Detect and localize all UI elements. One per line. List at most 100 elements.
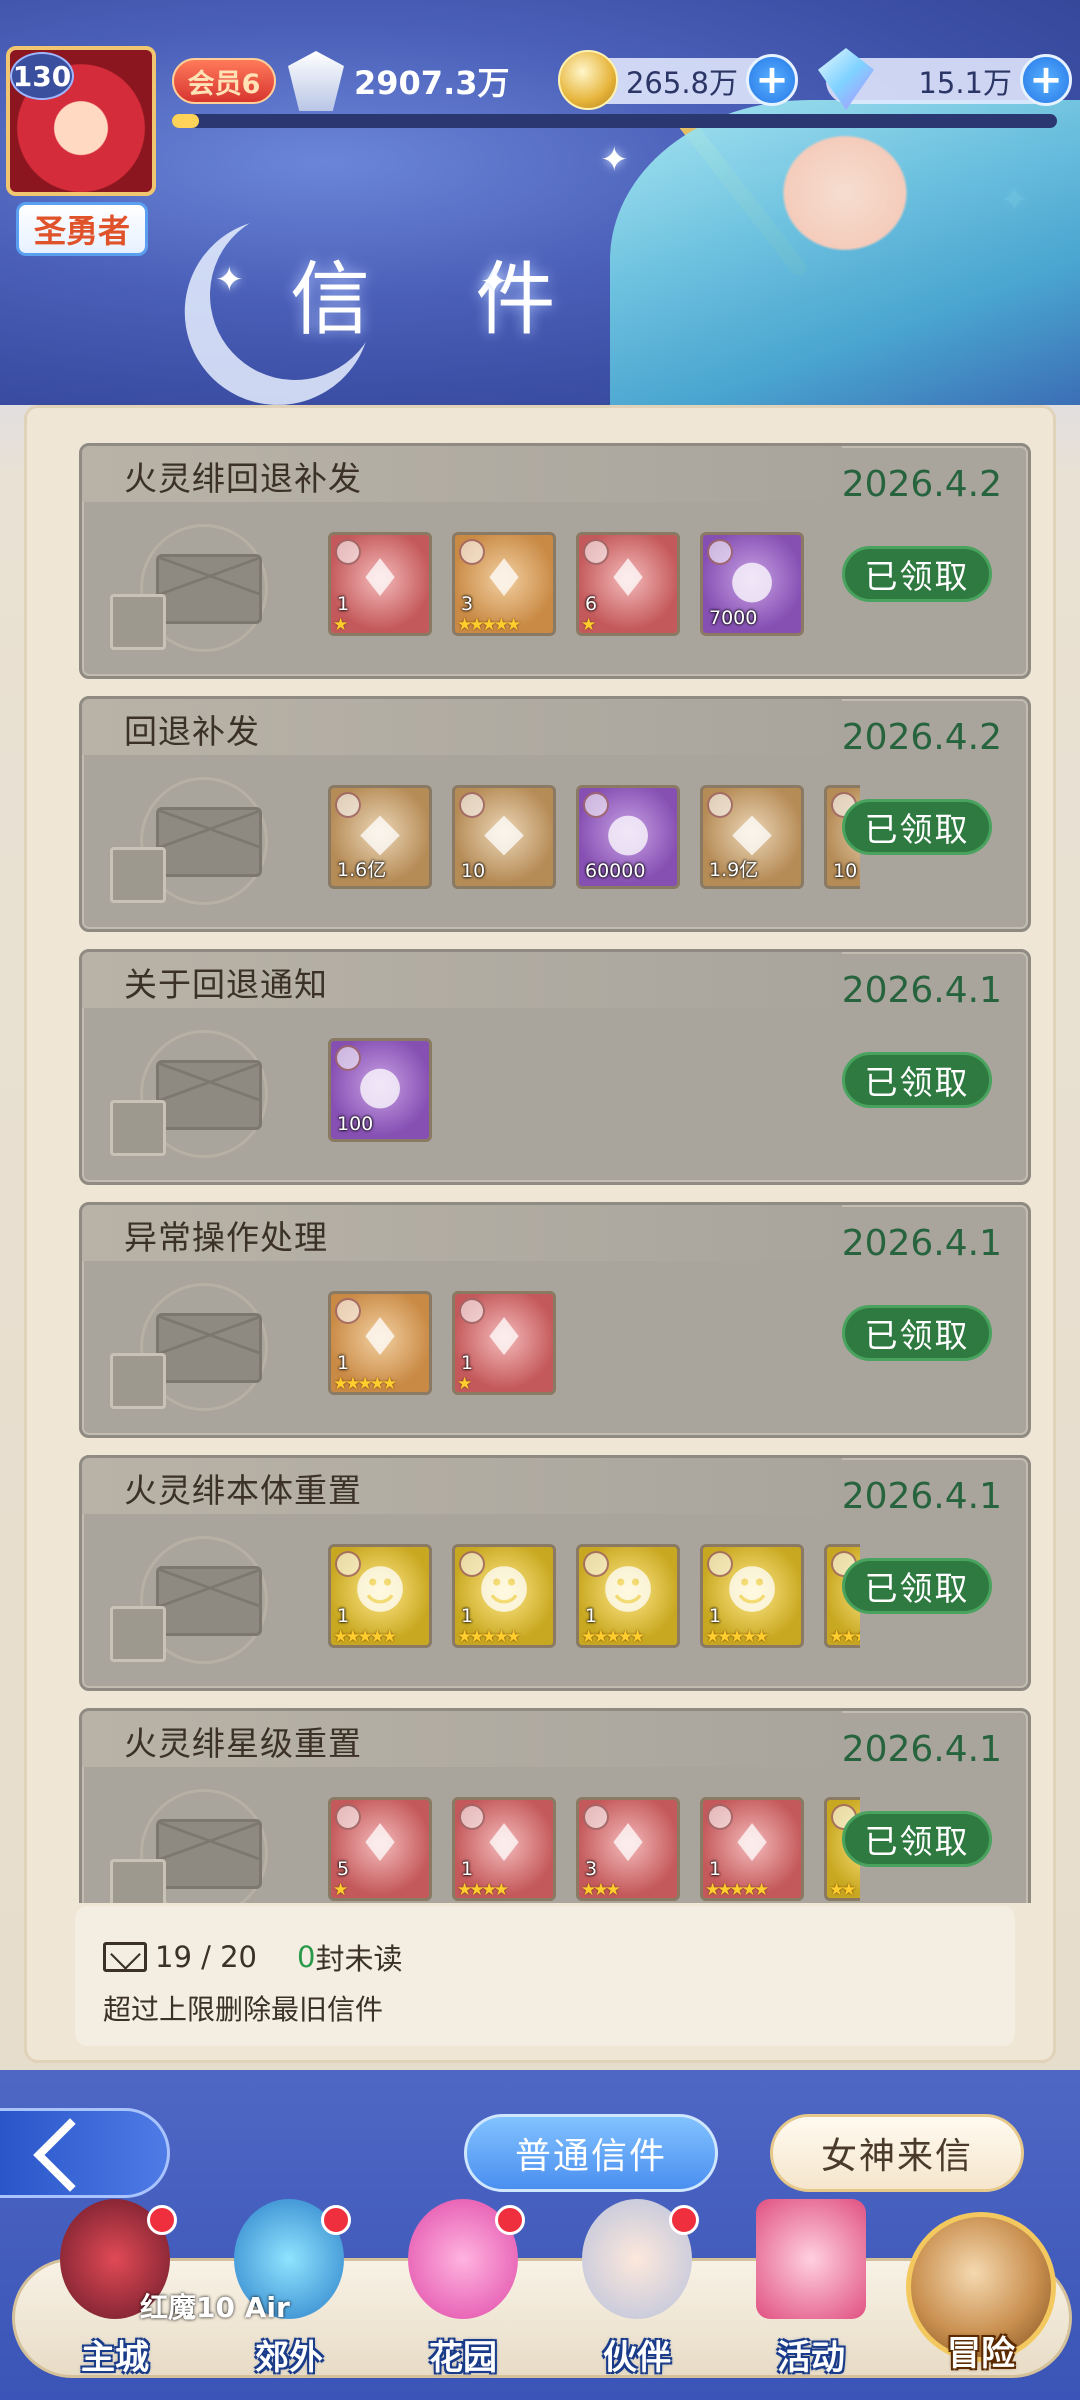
item-count: 1.6亿 [337, 859, 387, 881]
nav-garden[interactable]: 花园 [383, 2199, 543, 2379]
mail-card[interactable]: 火灵绯星级重置2026.4.1♦5★♦1★★★★♦3★★★♦1★★★★★☻★★已… [79, 1708, 1031, 1903]
tab-normal-mail[interactable]: 普通信件 [464, 2114, 718, 2192]
item-stars: ★★★★★ [705, 1880, 769, 1900]
item-count: 7000 [709, 607, 758, 629]
mail-attachments: ☻1★★★★★☻1★★★★★☻1★★★★★☻1★★★★★☻★★★★★ [328, 1544, 860, 1654]
envelope-body [156, 554, 262, 624]
nav-label: 伙伴 [603, 2338, 671, 2378]
gem-counter: 15.1万 + [818, 48, 1072, 110]
envelope-icon [110, 1536, 268, 1676]
item-count: 6 [585, 593, 598, 615]
item-count: 1 [461, 1858, 474, 1880]
attachment-item[interactable]: ♦ 5 ★ [328, 1797, 432, 1901]
combat-power-value: 2907.3万 [354, 64, 510, 102]
item-count: 1 [461, 1605, 474, 1627]
vip-badge[interactable]: 会员6 [172, 58, 276, 104]
nav-partner[interactable]: 伙伴 [557, 2199, 717, 2379]
add-coin-button[interactable]: + [746, 54, 798, 106]
item-count: 3 [461, 593, 474, 615]
notification-dot [321, 2205, 351, 2235]
attachment-item[interactable]: ♦ 3 ★★★ [576, 1797, 680, 1901]
attachment-item[interactable]: ◆ 1.6亿 [328, 785, 432, 889]
mail-title: 火灵绯回退补发 [124, 459, 362, 498]
mail-date: 2026.4.1 [841, 1729, 1002, 1770]
claimed-button[interactable]: 已领取 [842, 1305, 992, 1361]
nav-label: 活动 [777, 2338, 845, 2378]
claimed-button[interactable]: 已领取 [842, 546, 992, 602]
mail-card[interactable]: 异常操作处理 2026.4.1 ♦ 1 ★★★★★ ♦ 1 ★ 已领取 [79, 1202, 1031, 1438]
item-count: 1 [709, 1858, 722, 1880]
item-count: 1 [461, 1352, 474, 1374]
attachment-item[interactable]: ☻ 1 ★★★★★ [328, 1544, 432, 1648]
item-stars: ★ [457, 1374, 472, 1394]
item-count: 1 [337, 593, 350, 615]
item-stars: ★★★★★ [457, 1627, 521, 1647]
item-icon: ● [357, 1055, 403, 1115]
claimed-button[interactable]: 已领取 [842, 799, 992, 855]
nav-activity[interactable]: 活动 [731, 2199, 891, 2379]
mail-card[interactable]: 关于回退通知 2026.4.1 ● 100 已领取 [79, 949, 1031, 1185]
claimed-button[interactable]: 已领取 [842, 1811, 992, 1867]
nav-label: 花园 [429, 2338, 497, 2378]
device-watermark: 红魔10 Air [140, 2291, 290, 2324]
item-stars: ★★★★★ [457, 615, 521, 635]
notification-dot [669, 2205, 699, 2235]
back-button[interactable] [0, 2108, 170, 2198]
tab-goddess-mail[interactable]: 女神来信 [770, 2114, 1024, 2192]
attachment-item[interactable]: ◆10 [452, 785, 556, 889]
combat-power-icon [288, 51, 344, 111]
attachment-item[interactable]: ● 7000 [700, 532, 804, 636]
attachment-item[interactable]: ☻ 1 ★★★★★ [452, 1544, 556, 1648]
player-rank-badge[interactable]: 圣勇者 [16, 202, 148, 256]
attachment-item[interactable]: ☻ 1 ★★★★★ [576, 1544, 680, 1648]
mail-title: 回退补发 [124, 712, 260, 751]
attachment-item[interactable]: ☻ 1 ★★★★★ [700, 1544, 804, 1648]
item-icon: ● [605, 802, 651, 862]
item-count: 1 [337, 1605, 350, 1627]
attachment-item[interactable]: ♦ 1 ★ [328, 532, 432, 636]
mail-count-row: 19 / 20 0 封未读 [103, 1936, 402, 1978]
item-stars: ★★★ [581, 1880, 621, 1900]
page-title: 信 件 [290, 253, 596, 346]
unread-count: 0 [297, 1940, 316, 1974]
exp-bar-fill [172, 114, 199, 128]
attachment-item[interactable]: ♦ 3 ★★★★★ [452, 532, 556, 636]
attachment-item[interactable]: ♦ 1 ★★★★★ [700, 1797, 804, 1901]
attachment-item[interactable]: ♦ 6 ★ [576, 532, 680, 636]
item-stars: ★★★★★ [705, 1627, 769, 1647]
mail-attachments: ♦ 1 ★ ♦ 3 ★★★★★ ♦ 6 ★ ● 7000 [328, 532, 860, 642]
gift-icon [110, 594, 166, 650]
attachment-item[interactable]: ♦ 1 ★ [452, 1291, 556, 1395]
item-stars: ★ [333, 615, 348, 635]
attachment-item[interactable]: ● 60000 [576, 785, 680, 889]
attachment-item[interactable]: ♦ 1 ★★★★ [452, 1797, 556, 1901]
claimed-button[interactable]: 已领取 [842, 1558, 992, 1614]
item-stars: ★★★★★ [333, 1627, 397, 1647]
envelope-icon [110, 777, 268, 917]
gift-icon [110, 1606, 166, 1662]
item-count: 3 [585, 1858, 598, 1880]
attachment-item[interactable]: ● 100 [328, 1038, 432, 1142]
mail-footer: 19 / 20 0 封未读 超过上限删除最旧信件 [75, 1906, 1015, 2046]
nav-adventure[interactable]: 冒险 [906, 2212, 1056, 2374]
coin-counter: 265.8万 + [558, 50, 798, 110]
mail-list[interactable]: 火灵绯回退补发 2026.4.2 ♦ 1 ★ ♦ 3 ★★★★★ ♦ 6 ★ ● 7000 已领取 回退补发… [55, 443, 1031, 1903]
envelope-icon [110, 1030, 268, 1170]
attachment-item[interactable]: ♦ 1 ★★★★★ [328, 1291, 432, 1395]
attachment-item[interactable]: ◆ 1.9亿 [700, 785, 804, 889]
claimed-button[interactable]: 已领取 [842, 1052, 992, 1108]
mail-count: 19 / 20 [155, 1940, 258, 1974]
back-arrow-icon [33, 2118, 107, 2192]
envelope-icon [110, 1789, 268, 1903]
item-count: 1 [585, 1605, 598, 1627]
item-stars: ★★★★★ [333, 1374, 397, 1394]
mail-card[interactable]: 火灵绯回退补发 2026.4.2 ♦ 1 ★ ♦ 3 ★★★★★ ♦ 6 ★ ● 7000 已领取 [79, 443, 1031, 679]
mail-card[interactable]: 火灵绯本体重置 2026.4.1 ☻ 1 ★★★★★ ☻ 1 ★★★★★ ☻ 1 ★★★★★ ☻ 1 ★★… [79, 1455, 1031, 1691]
add-gem-button[interactable]: + [1020, 54, 1072, 106]
item-stars: ★★★★ [457, 1880, 509, 1900]
combat-power: 2907.3万 [288, 50, 510, 112]
mail-attachments: ● 100 [328, 1038, 860, 1148]
player-level-badge: 130 [10, 52, 74, 100]
item-stars: ★★★★★ [829, 1627, 860, 1647]
mail-card[interactable]: 回退补发2026.4.2◆1.6亿◆10●60000◆1.9亿◆10已领取 [79, 696, 1031, 932]
